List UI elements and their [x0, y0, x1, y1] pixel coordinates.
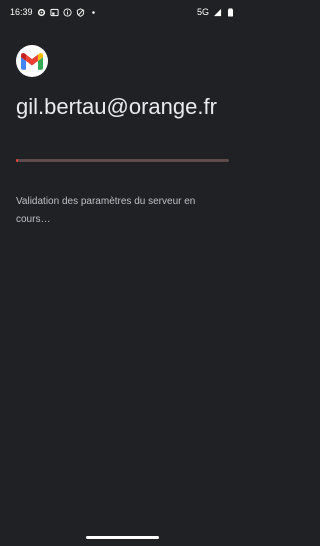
shield-icon [76, 7, 85, 17]
status-bar-left: 16:39 [10, 7, 98, 17]
status-time: 16:39 [10, 7, 33, 17]
dot-icon [89, 8, 98, 17]
progress-fill [16, 159, 19, 162]
cast-icon [49, 8, 59, 17]
account-email: gil.bertau@orange.fr [16, 94, 217, 119]
status-message: Validation des paramètres du serveur en … [16, 196, 196, 225]
battery-icon [226, 7, 235, 17]
progress-bar [16, 159, 229, 162]
gear-icon [37, 8, 46, 17]
status-bar-right: 5G [197, 7, 235, 17]
signal-icon [213, 8, 222, 17]
gmail-logo-icon [16, 45, 48, 77]
network-type: 5G [196, 7, 209, 17]
info-icon [62, 7, 72, 17]
status-bar: 16:39 5G [0, 0, 245, 24]
navigation-handle[interactable] [86, 536, 159, 539]
